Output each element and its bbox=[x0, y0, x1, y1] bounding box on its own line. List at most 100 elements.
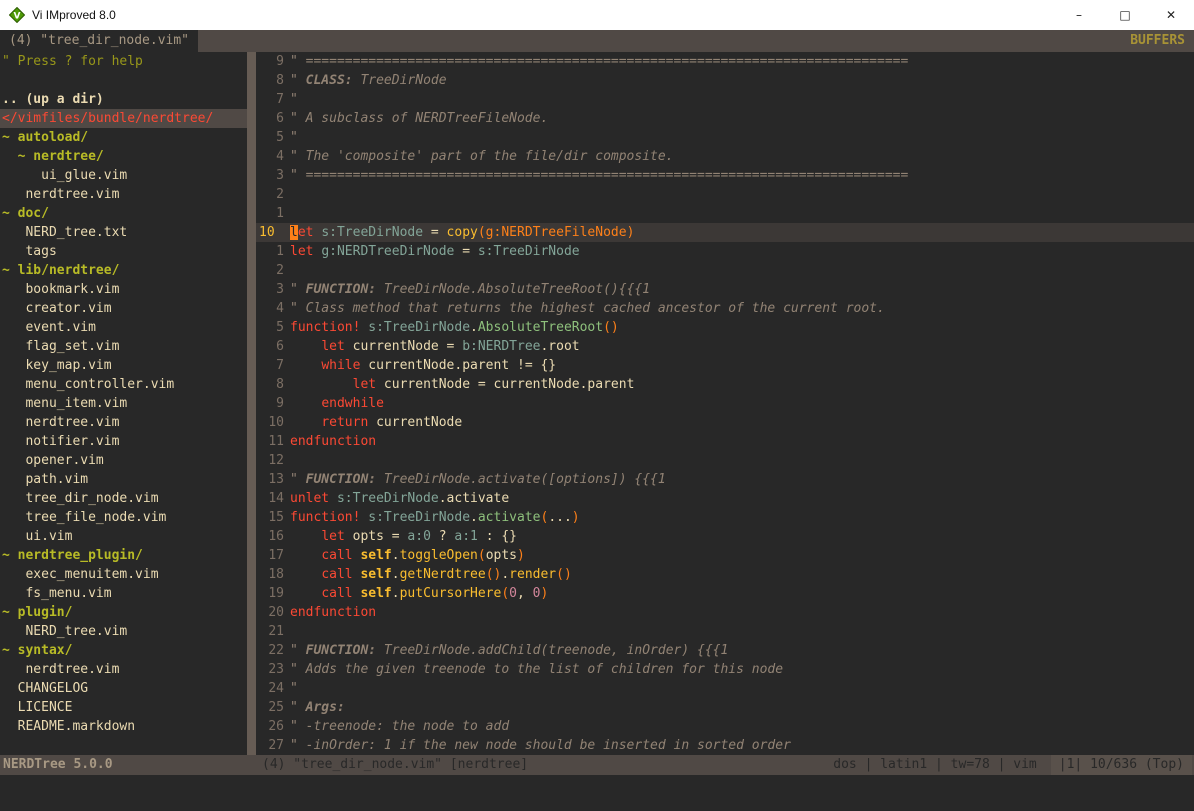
tree-root-path[interactable]: </vimfiles/bundle/nerdtree/ bbox=[0, 109, 247, 128]
code-line[interactable]: 7 while currentNode.parent != {} bbox=[256, 356, 1194, 375]
tree-file-item[interactable]: notifier.vim bbox=[0, 432, 247, 451]
code-text: endfunction bbox=[290, 432, 376, 451]
code-line[interactable]: 9 endwhile bbox=[256, 394, 1194, 413]
line-number: 5 bbox=[256, 128, 290, 147]
code-line[interactable]: 21 bbox=[256, 622, 1194, 641]
code-line[interactable]: 2 bbox=[256, 261, 1194, 280]
tree-file-item[interactable]: tags bbox=[0, 242, 247, 261]
code-line[interactable]: 13" FUNCTION: TreeDirNode.activate([opti… bbox=[256, 470, 1194, 489]
line-number: 10 bbox=[256, 223, 290, 242]
line-number: 7 bbox=[256, 90, 290, 109]
code-line[interactable]: 2 bbox=[256, 185, 1194, 204]
code-line[interactable]: 1 bbox=[256, 204, 1194, 223]
line-number: 26 bbox=[256, 717, 290, 736]
code-line[interactable]: 15function! s:TreeDirNode.activate(...) bbox=[256, 508, 1194, 527]
code-line[interactable]: 11endfunction bbox=[256, 432, 1194, 451]
code-line[interactable]: 27" -inOrder: 1 if the new node should b… bbox=[256, 736, 1194, 755]
code-line[interactable]: 17 call self.toggleOpen(opts) bbox=[256, 546, 1194, 565]
tree-file-item[interactable]: fs_menu.vim bbox=[0, 584, 247, 603]
code-line[interactable]: 1let g:NERDTreeDirNode = s:TreeDirNode bbox=[256, 242, 1194, 261]
code-line[interactable]: 26" -treenode: the node to add bbox=[256, 717, 1194, 736]
code-line[interactable]: 4" The 'composite' part of the file/dir … bbox=[256, 147, 1194, 166]
vim-window: V Vi IMproved 8.0 – □ ✕ (4) "tree_dir_no… bbox=[0, 0, 1194, 811]
tree-file-item[interactable]: nerdtree.vim bbox=[0, 185, 247, 204]
tree-file-item[interactable]: creator.vim bbox=[0, 299, 247, 318]
tree-file-item[interactable]: path.vim bbox=[0, 470, 247, 489]
code-text: endfunction bbox=[290, 603, 376, 622]
tree-file-item[interactable]: menu_item.vim bbox=[0, 394, 247, 413]
tree-up-dir[interactable]: .. (up a dir) bbox=[0, 90, 247, 109]
line-number: 17 bbox=[256, 546, 290, 565]
line-number: 12 bbox=[256, 451, 290, 470]
tree-help-line[interactable]: " Press ? for help bbox=[0, 52, 247, 71]
code-line[interactable]: 8 let currentNode = currentNode.parent bbox=[256, 375, 1194, 394]
tree-dir-item[interactable]: ~ syntax/ bbox=[0, 641, 247, 660]
tree-file-item[interactable]: nerdtree.vim bbox=[0, 413, 247, 432]
line-number: 9 bbox=[256, 52, 290, 71]
tree-file-item[interactable]: README.markdown bbox=[0, 717, 247, 736]
tree-file-item[interactable]: ui_glue.vim bbox=[0, 166, 247, 185]
maximize-button[interactable]: □ bbox=[1102, 0, 1148, 30]
code-line[interactable]: 22" FUNCTION: TreeDirNode.addChild(treen… bbox=[256, 641, 1194, 660]
code-line[interactable]: 25" Args: bbox=[256, 698, 1194, 717]
code-line[interactable]: 4" Class method that returns the highest… bbox=[256, 299, 1194, 318]
code-line[interactable]: 7" bbox=[256, 90, 1194, 109]
nerdtree-version-status: NERDTree 5.0.0 bbox=[0, 755, 256, 775]
line-number: 7 bbox=[256, 356, 290, 375]
line-number: 10 bbox=[256, 413, 290, 432]
tree-file-item[interactable]: tree_file_node.vim bbox=[0, 508, 247, 527]
code-line[interactable]: 3" FUNCTION: TreeDirNode.AbsoluteTreeRoo… bbox=[256, 280, 1194, 299]
command-line[interactable] bbox=[0, 775, 1194, 811]
code-text: " -inOrder: 1 if the new node should be … bbox=[290, 736, 791, 755]
code-line[interactable]: 3" =====================================… bbox=[256, 166, 1194, 185]
tree-file-item[interactable]: LICENCE bbox=[0, 698, 247, 717]
code-text: " bbox=[290, 90, 298, 109]
code-line[interactable]: 5" bbox=[256, 128, 1194, 147]
code-line[interactable]: 20endfunction bbox=[256, 603, 1194, 622]
code-line[interactable]: 23" Adds the given treenode to the list … bbox=[256, 660, 1194, 679]
tree-file-item[interactable]: exec_menuitem.vim bbox=[0, 565, 247, 584]
tree-dir-item[interactable]: ~ nerdtree/ bbox=[0, 147, 247, 166]
tree-file-item[interactable]: opener.vim bbox=[0, 451, 247, 470]
code-line[interactable]: 6" A subclass of NERDTreeFileNode. bbox=[256, 109, 1194, 128]
code-text: function! s:TreeDirNode.AbsoluteTreeRoot… bbox=[290, 318, 619, 337]
tree-dir-item[interactable]: ~ doc/ bbox=[0, 204, 247, 223]
code-line[interactable]: 12 bbox=[256, 451, 1194, 470]
tree-file-item[interactable]: CHANGELOG bbox=[0, 679, 247, 698]
line-number: 25 bbox=[256, 698, 290, 717]
window-titlebar: V Vi IMproved 8.0 – □ ✕ bbox=[0, 0, 1194, 30]
code-line[interactable]: 16 let opts = a:0 ? a:1 : {} bbox=[256, 527, 1194, 546]
code-line[interactable]: 18 call self.getNerdtree().render() bbox=[256, 565, 1194, 584]
code-line[interactable]: 10let s:TreeDirNode = copy(g:NERDTreeFil… bbox=[256, 223, 1194, 242]
code-line[interactable]: 8" CLASS: TreeDirNode bbox=[256, 71, 1194, 90]
tree-file-item[interactable]: nerdtree.vim bbox=[0, 660, 247, 679]
editor-buffer[interactable]: 9" =====================================… bbox=[256, 52, 1194, 755]
tab-tree-dir-node[interactable]: (4) "tree_dir_node.vim" bbox=[0, 30, 198, 52]
tree-file-item[interactable]: key_map.vim bbox=[0, 356, 247, 375]
minimize-button[interactable]: – bbox=[1056, 0, 1102, 30]
code-line[interactable]: 24" bbox=[256, 679, 1194, 698]
main-area: " Press ? for help .. (up a dir)</vimfile… bbox=[0, 52, 1194, 755]
code-text: " Adds the given treenode to the list of… bbox=[290, 660, 783, 679]
tree-file-item[interactable]: event.vim bbox=[0, 318, 247, 337]
tree-file-item[interactable]: NERD_tree.vim bbox=[0, 622, 247, 641]
code-line[interactable]: 14unlet s:TreeDirNode.activate bbox=[256, 489, 1194, 508]
tree-file-item[interactable]: tree_dir_node.vim bbox=[0, 489, 247, 508]
code-line[interactable]: 6 let currentNode = b:NERDTree.root bbox=[256, 337, 1194, 356]
tree-file-item[interactable]: flag_set.vim bbox=[0, 337, 247, 356]
tree-dir-item[interactable]: ~ lib/nerdtree/ bbox=[0, 261, 247, 280]
tree-file-item[interactable]: menu_controller.vim bbox=[0, 375, 247, 394]
code-line[interactable]: 9" =====================================… bbox=[256, 52, 1194, 71]
tree-file-item[interactable]: ui.vim bbox=[0, 527, 247, 546]
tree-dir-item[interactable]: ~ autoload/ bbox=[0, 128, 247, 147]
code-line[interactable]: 19 call self.putCursorHere(0, 0) bbox=[256, 584, 1194, 603]
code-text: let currentNode = b:NERDTree.root bbox=[290, 337, 580, 356]
code-line[interactable]: 5function! s:TreeDirNode.AbsoluteTreeRoo… bbox=[256, 318, 1194, 337]
tree-file-item[interactable]: NERD_tree.txt bbox=[0, 223, 247, 242]
close-button[interactable]: ✕ bbox=[1148, 0, 1194, 30]
code-line[interactable]: 10 return currentNode bbox=[256, 413, 1194, 432]
tree-file-item[interactable]: bookmark.vim bbox=[0, 280, 247, 299]
tree-dir-item[interactable]: ~ nerdtree_plugin/ bbox=[0, 546, 247, 565]
vertical-split-separator[interactable] bbox=[247, 52, 256, 755]
tree-dir-item[interactable]: ~ plugin/ bbox=[0, 603, 247, 622]
